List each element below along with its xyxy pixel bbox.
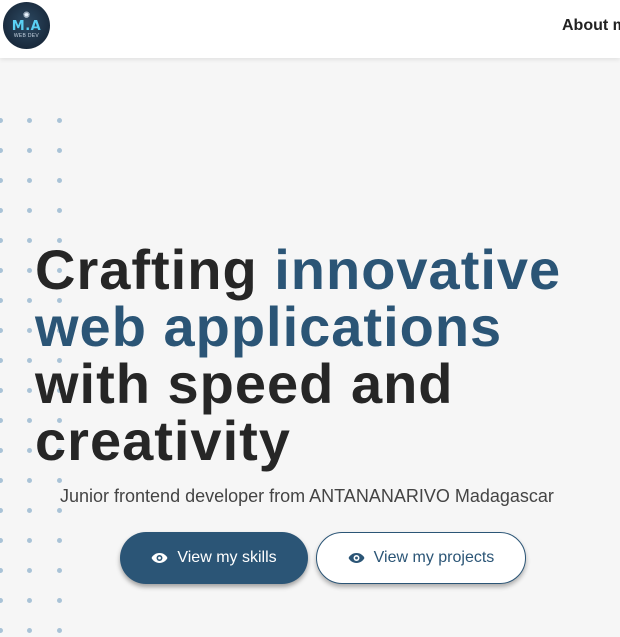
decorative-dot xyxy=(0,148,3,153)
headline-plain-text: Crafting xyxy=(35,238,275,301)
headline-accent-text: innovative xyxy=(274,238,562,301)
eye-icon xyxy=(151,553,168,563)
decorative-dot xyxy=(57,118,62,123)
decorative-dot xyxy=(57,178,62,183)
decorative-dot xyxy=(0,238,3,243)
decorative-dot xyxy=(0,358,3,363)
decorative-dot xyxy=(27,208,32,213)
decorative-dot xyxy=(0,568,3,573)
view-skills-label: View my skills xyxy=(177,549,277,566)
decorative-dot xyxy=(27,238,32,243)
decorative-dot xyxy=(0,178,3,183)
decorative-dot xyxy=(27,628,32,633)
decorative-dot xyxy=(27,298,32,303)
nav-link-about[interactable]: About m xyxy=(562,17,620,35)
decorative-dot xyxy=(57,508,62,513)
hero-subtitle: Junior frontend developer from ANTANANAR… xyxy=(60,486,554,506)
decorative-dot xyxy=(27,598,32,603)
decorative-dot xyxy=(0,628,3,633)
view-skills-button[interactable]: View my skills xyxy=(120,532,308,584)
headline-accent-text: web applications xyxy=(35,295,503,358)
decorative-dot xyxy=(57,208,62,213)
page: ✺ M.A WEB DEV About m Crafting innovativ… xyxy=(0,0,620,637)
decorative-dot xyxy=(0,508,3,513)
decorative-dot xyxy=(0,328,3,333)
logo[interactable]: ✺ M.A WEB DEV xyxy=(3,2,50,49)
decorative-dot xyxy=(0,538,3,543)
decorative-dot xyxy=(27,358,32,363)
view-projects-label: View my projects xyxy=(373,549,495,566)
decorative-dot xyxy=(0,388,3,393)
decorative-dot xyxy=(57,598,62,603)
decorative-dot xyxy=(27,568,32,573)
decorative-dot xyxy=(0,268,3,273)
decorative-dot xyxy=(27,118,32,123)
decorative-dot xyxy=(27,328,32,333)
decorative-dot xyxy=(0,418,3,423)
decorative-dot xyxy=(27,178,32,183)
decorative-dot xyxy=(0,298,3,303)
decorative-dot xyxy=(0,478,3,483)
decorative-dot xyxy=(27,478,32,483)
decorative-dot xyxy=(0,598,3,603)
eye-icon xyxy=(348,553,365,563)
decorative-dot xyxy=(0,118,3,123)
decorative-dot xyxy=(57,478,62,483)
decorative-dot xyxy=(57,538,62,543)
decorative-dot xyxy=(27,268,32,273)
decorative-dot xyxy=(57,628,62,633)
decorative-dot xyxy=(27,388,32,393)
decorative-dot xyxy=(57,568,62,573)
headline-text: creativity xyxy=(35,409,291,472)
site-header: ✺ M.A WEB DEV About m xyxy=(0,0,620,58)
logo-mark: M.A xyxy=(11,18,42,34)
decorative-dot xyxy=(27,538,32,543)
decorative-dot xyxy=(27,148,32,153)
headline-text: with speed and xyxy=(35,352,454,415)
decorative-dot xyxy=(57,148,62,153)
hero-section: Crafting innovative web applications wit… xyxy=(0,58,620,637)
decorative-dot xyxy=(27,448,32,453)
decorative-dot xyxy=(27,418,32,423)
hero-headline: Crafting innovative web applications wit… xyxy=(35,241,620,469)
decorative-dot xyxy=(27,508,32,513)
view-projects-button[interactable]: View my projects xyxy=(316,532,526,584)
logo-subtitle: WEB DEV xyxy=(13,32,40,39)
decorative-dot xyxy=(0,208,3,213)
decorative-dot xyxy=(0,448,3,453)
